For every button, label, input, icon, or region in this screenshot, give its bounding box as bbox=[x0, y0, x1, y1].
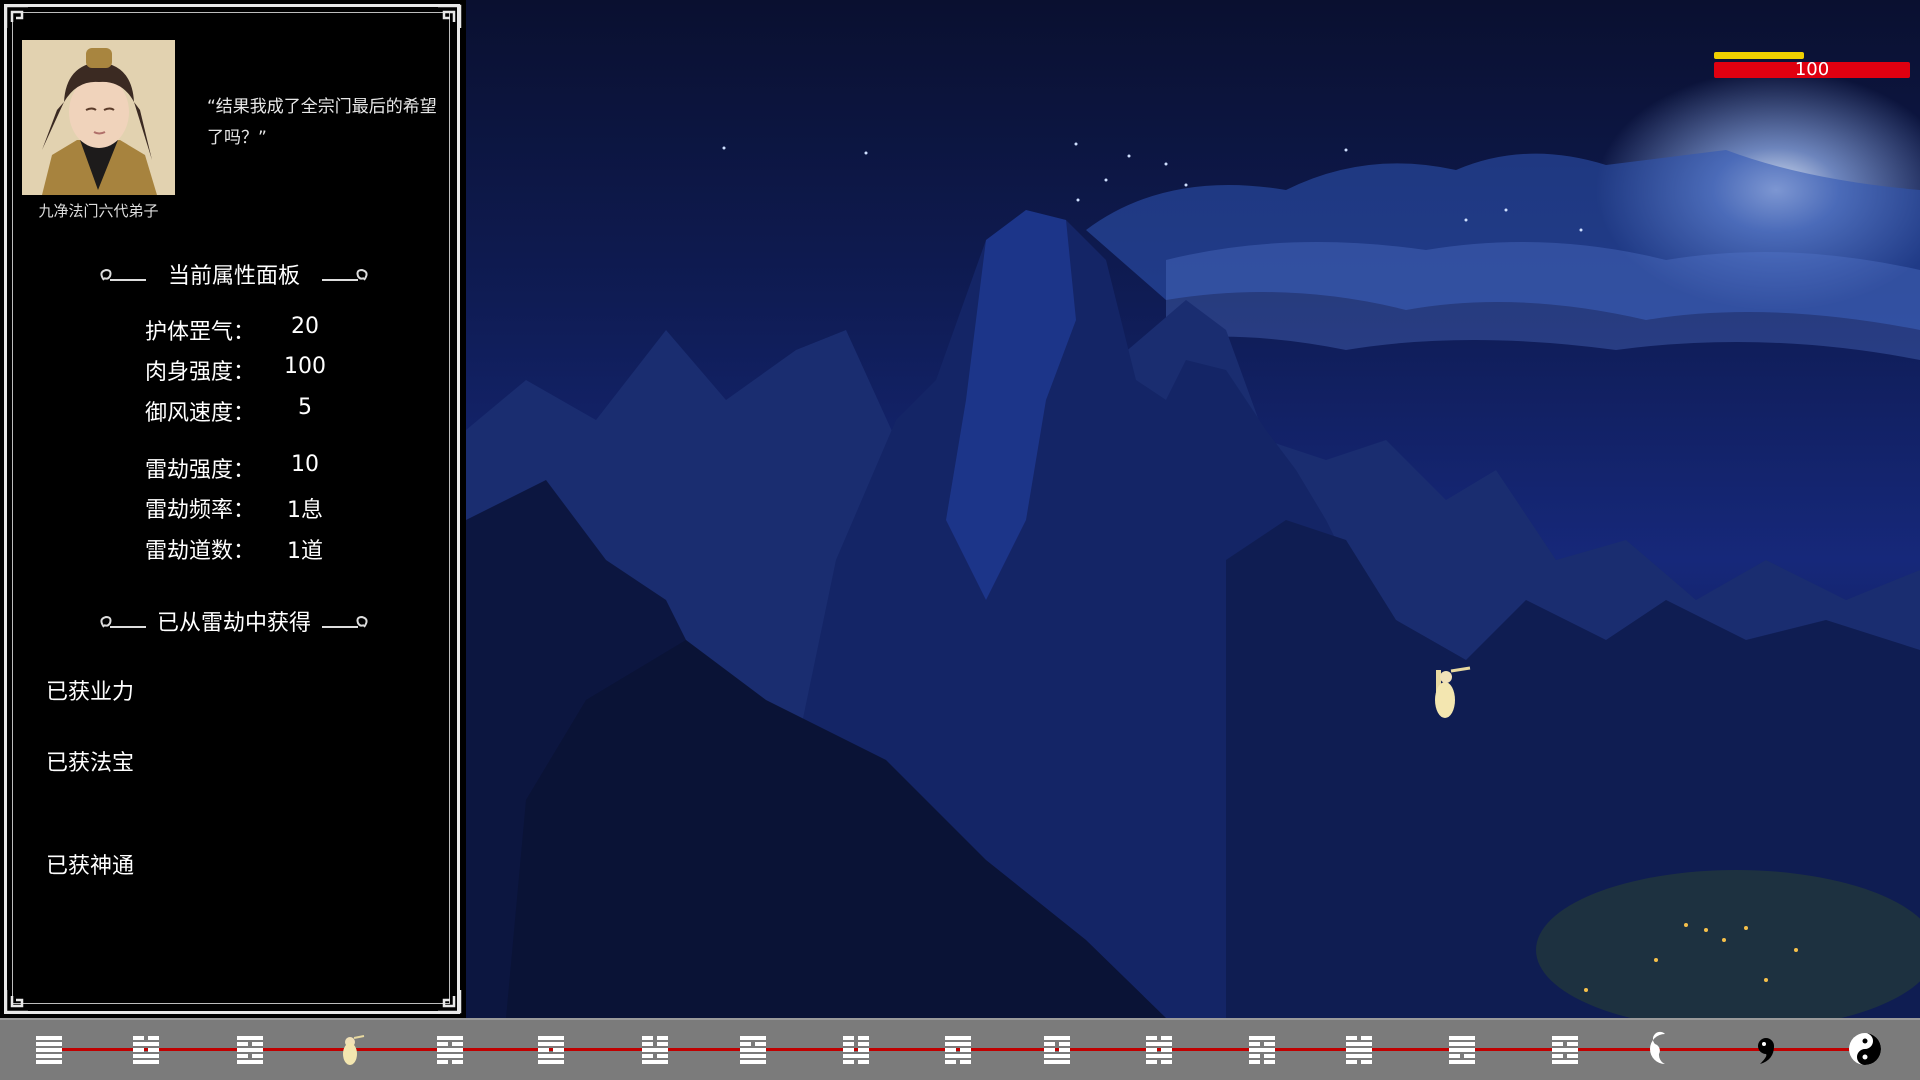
stat-label: 肉身强度： bbox=[145, 360, 256, 385]
ability-gained-label: 已获神通 bbox=[46, 854, 135, 879]
yin-half-icon[interactable] bbox=[1641, 1028, 1677, 1070]
corner-ornament-icon bbox=[4, 4, 28, 28]
hexagram-icon[interactable] bbox=[1141, 1028, 1177, 1070]
mountain-landscape bbox=[466, 142, 1920, 1018]
hexagram-icon[interactable] bbox=[1039, 1028, 1075, 1070]
hexagram-icon[interactable] bbox=[128, 1028, 164, 1070]
progress-timeline bbox=[0, 1018, 1920, 1080]
character-quote: “结果我成了全宗门最后的希望了吗？” bbox=[207, 97, 437, 148]
character-portrait bbox=[22, 40, 175, 195]
health-value: 100 bbox=[1794, 59, 1830, 80]
hexagram-icon[interactable] bbox=[432, 1028, 468, 1070]
trigram-qian-icon[interactable] bbox=[31, 1028, 67, 1070]
hexagram-icon[interactable] bbox=[1244, 1028, 1280, 1070]
character-panel: 九净法门六代弟子 “结果我成了全宗门最后的希望了吗？” 当前属性面板 护体罡气：… bbox=[0, 0, 466, 1018]
hexagram-icon[interactable] bbox=[838, 1028, 874, 1070]
hexagram-icon[interactable] bbox=[735, 1028, 771, 1070]
stat-value: 10 bbox=[291, 452, 319, 477]
hexagram-icon[interactable] bbox=[637, 1028, 673, 1070]
corner-ornament-icon bbox=[438, 4, 462, 28]
shield-bar-fill bbox=[1714, 52, 1805, 59]
stat-label: 雷劫道数： bbox=[145, 539, 256, 564]
yang-dot-icon[interactable] bbox=[1748, 1028, 1784, 1070]
stat-label: 雷劫频率： bbox=[145, 498, 256, 523]
corner-ornament-icon bbox=[438, 990, 462, 1014]
yin-yang-icon[interactable] bbox=[1847, 1028, 1883, 1070]
character-title: 九净法门六代弟子 bbox=[38, 202, 159, 220]
stat-label: 雷劫强度： bbox=[145, 458, 256, 483]
game-scene[interactable] bbox=[466, 0, 1920, 1018]
hexagram-icon[interactable] bbox=[232, 1028, 268, 1070]
gains-header-label: 已从雷劫中获得 bbox=[156, 611, 311, 636]
attributes-header-label: 当前属性面板 bbox=[167, 264, 300, 289]
hexagram-icon[interactable] bbox=[1547, 1028, 1583, 1070]
corner-ornament-icon bbox=[4, 990, 28, 1014]
attributes-header: 当前属性面板 bbox=[96, 254, 372, 294]
stat-value: 5 bbox=[298, 395, 312, 420]
stat-label: 护体罡气： bbox=[145, 320, 256, 345]
hexagram-icon[interactable] bbox=[940, 1028, 976, 1070]
player-marker-icon[interactable] bbox=[332, 1028, 368, 1070]
health-bar: 100 bbox=[1714, 52, 1910, 80]
treasure-gained-label: 已获法宝 bbox=[46, 751, 135, 776]
stat-value: 20 bbox=[291, 314, 319, 339]
hexagram-icon[interactable] bbox=[533, 1028, 569, 1070]
hexagram-icon[interactable] bbox=[1341, 1028, 1377, 1070]
hexagram-icon[interactable] bbox=[1444, 1028, 1480, 1070]
karma-gained-label: 已获业力 bbox=[46, 680, 135, 705]
stat-value: 100 bbox=[284, 354, 326, 379]
stat-value: 1道 bbox=[287, 539, 323, 564]
stat-value: 1息 bbox=[287, 498, 323, 523]
gains-header: 已从雷劫中获得 bbox=[96, 601, 372, 641]
stat-label: 御风速度： bbox=[145, 401, 256, 426]
